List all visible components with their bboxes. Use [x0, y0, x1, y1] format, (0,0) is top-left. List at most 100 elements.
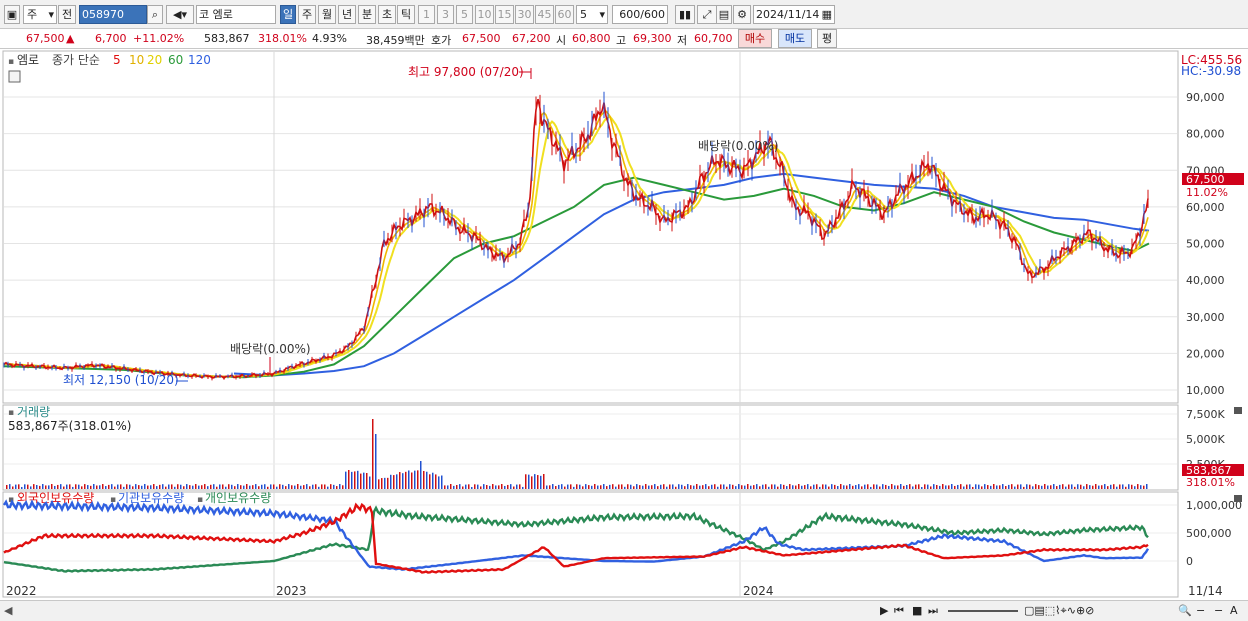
x-label-last: 11/14	[1188, 584, 1223, 598]
y-axis: 90,00080,00070,00060,00050,00040,00030,0…	[1186, 91, 1242, 568]
scroll-bar[interactable]: ◀ ▶ ⏮ ■ ⏭ ▢▤⬚⌇⌖∿⊕⊘ 🔍 − − A	[0, 600, 1248, 621]
volume-bar	[948, 485, 950, 489]
zoom-out-icon[interactable]: −	[1196, 604, 1205, 617]
volume-bar	[1125, 486, 1127, 489]
period-month[interactable]: 월	[318, 5, 336, 24]
chart-tool-icon[interactable]: ⤢	[697, 5, 717, 24]
interval-1[interactable]: 1	[418, 5, 435, 24]
volume-bar	[381, 478, 383, 489]
sell-button[interactable]: 매도	[778, 29, 812, 48]
scroll-left-icon[interactable]: ◀	[4, 604, 12, 617]
high-label: 고	[616, 34, 627, 47]
volume-bar	[78, 484, 80, 489]
volume-bar	[990, 485, 992, 489]
volume-bar	[1077, 484, 1079, 489]
interval-45[interactable]: 45	[535, 5, 554, 24]
volume-bar	[561, 484, 563, 489]
volume-bar	[132, 486, 134, 489]
volume-bar	[861, 486, 863, 489]
zoom-in-icon[interactable]: 🔍	[1178, 604, 1192, 617]
font-size-icon[interactable]: A	[1230, 604, 1238, 617]
panel-menu-icon[interactable]: ▪	[110, 495, 116, 505]
market-select[interactable]: 주 ▾	[23, 5, 57, 24]
first-page-icon[interactable]: ⏮	[894, 604, 904, 618]
interval-5[interactable]: 5	[456, 5, 473, 24]
dividend-annotation-2023: 배당락(0.00%)	[230, 342, 311, 356]
period-tick[interactable]: 틱	[397, 5, 415, 24]
period-week[interactable]: 주	[298, 5, 316, 24]
volume-bar	[63, 486, 65, 489]
interval-60[interactable]: 60	[555, 5, 574, 24]
volume-bar	[168, 484, 170, 489]
name-field[interactable]: 코 엠로	[196, 5, 276, 24]
volume-bar	[387, 477, 389, 489]
volume-bar	[222, 484, 224, 489]
volume-pct: 318.01%	[258, 32, 307, 45]
volume-bar	[906, 484, 908, 489]
window-icon[interactable]: ▣	[4, 5, 20, 24]
buy-button[interactable]: 매수	[738, 29, 772, 48]
zoom-slider[interactable]	[948, 610, 1018, 612]
tool-icons[interactable]: ▢▤⬚⌇⌖∿⊕⊘	[1024, 604, 1094, 618]
sound-icon[interactable]: ◀▾	[166, 5, 194, 24]
volume-panel	[2, 404, 1179, 491]
gear-icon[interactable]: ⚙	[733, 5, 751, 24]
scroll-right-icon[interactable]: ▶	[880, 604, 888, 617]
last-page-icon[interactable]: ⏭	[928, 604, 938, 618]
code-input[interactable]: 058970	[79, 5, 147, 24]
close-icon[interactable]	[1234, 407, 1242, 414]
period-second[interactable]: 초	[378, 5, 396, 24]
volume-bar	[837, 486, 839, 489]
interval-3[interactable]: 3	[437, 5, 454, 24]
panel-menu-icon[interactable]: ▪	[8, 57, 14, 67]
date-field[interactable]: 2024/11/14 ▦	[753, 5, 835, 24]
panel-menu-icon[interactable]: ▪	[8, 408, 14, 418]
volume-bar	[51, 484, 53, 489]
volume-bar	[45, 485, 47, 489]
interval-select[interactable]: 5 ▾	[576, 5, 608, 24]
volume-bar	[690, 485, 692, 489]
last-price-tag-text: 67,500	[1186, 173, 1225, 186]
volume-bar	[399, 472, 401, 489]
interval-30[interactable]: 30	[515, 5, 534, 24]
search-icon[interactable]: ⌕	[147, 5, 163, 24]
panel-menu-icon[interactable]: ▪	[197, 495, 203, 505]
volume-bar	[714, 484, 716, 489]
volume-bar	[165, 486, 167, 489]
volume-bar	[288, 484, 290, 489]
volume-bar	[534, 474, 536, 489]
period-minute[interactable]: 분	[358, 5, 376, 24]
volume-bar	[858, 484, 860, 489]
volume-bar	[717, 486, 719, 489]
close-icon[interactable]	[1234, 495, 1242, 502]
candle-icon[interactable]: ▮▮	[675, 5, 695, 24]
stop-icon[interactable]: ■	[912, 604, 922, 617]
volume-bar	[783, 484, 785, 489]
volume-bar	[126, 484, 128, 489]
interval-10[interactable]: 10	[475, 5, 494, 24]
save-icon[interactable]: ▤	[716, 5, 732, 24]
volume-bar	[933, 484, 935, 489]
zoom-minus-icon[interactable]: −	[1214, 604, 1223, 617]
legend-ma60: 60	[168, 53, 183, 67]
count-input[interactable]: 600/600	[612, 5, 668, 24]
interval-15[interactable]: 15	[495, 5, 514, 24]
volume-bar	[1110, 484, 1112, 489]
volume-bar	[936, 484, 938, 489]
stock-chart[interactable]: 90,00080,00070,00060,00050,00040,00030,0…	[0, 49, 1248, 600]
volume-bar	[411, 472, 413, 489]
type-button[interactable]: 전	[58, 5, 76, 24]
stock-name: 엠로	[212, 8, 233, 21]
volume-bar	[510, 484, 512, 489]
period-day[interactable]: 일	[280, 5, 296, 24]
volume-bar	[678, 484, 680, 489]
volume-bar	[330, 484, 332, 489]
table-icon[interactable]	[8, 70, 21, 83]
period-year[interactable]: 년	[338, 5, 356, 24]
volume-bar	[627, 484, 629, 489]
volume-bar	[60, 484, 62, 489]
eval-button[interactable]: 평	[817, 29, 837, 48]
volume-bar	[645, 484, 647, 489]
interval-value: 5	[580, 8, 587, 21]
volume-bar	[24, 484, 26, 489]
